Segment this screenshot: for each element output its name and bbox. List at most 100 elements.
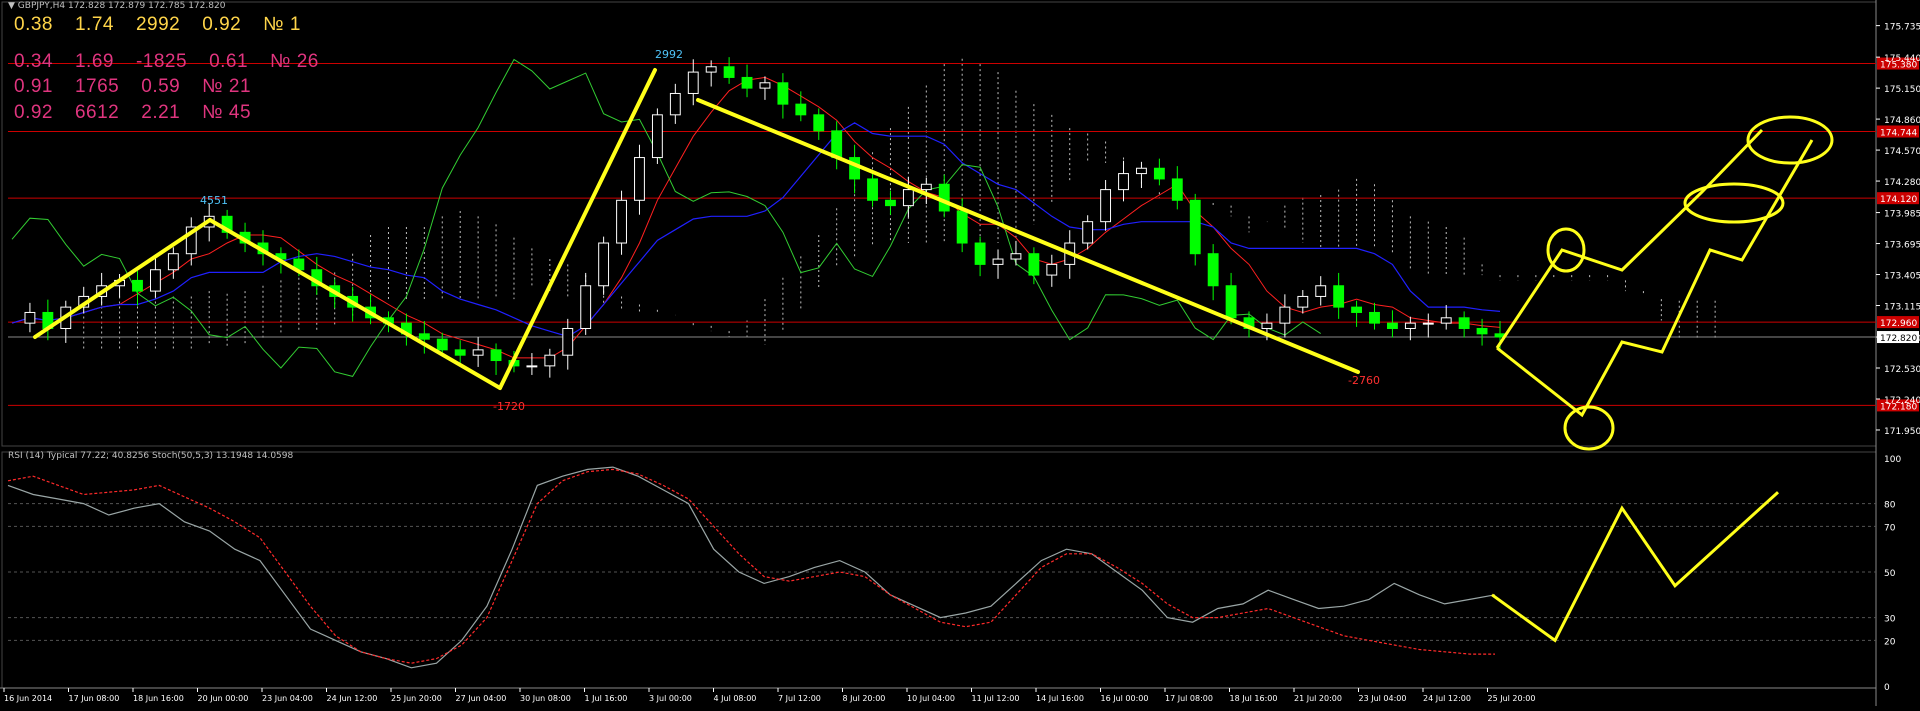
level-tag-label: 174.120 (1880, 195, 1917, 205)
candle (472, 337, 484, 367)
info-value: № 1 (263, 14, 301, 35)
candle (741, 64, 753, 98)
candle-body (544, 354, 556, 367)
time-tick-label: 14 Jul 16:00 (1036, 694, 1084, 703)
trend-line (696, 98, 1360, 374)
candle (974, 236, 986, 277)
candle-body (1118, 173, 1129, 191)
price-tick-label: 175.150 (1884, 85, 1920, 95)
candle (992, 249, 1004, 279)
candle (687, 59, 699, 106)
candle (544, 348, 556, 378)
candle (1440, 304, 1452, 330)
candle (1118, 160, 1129, 202)
dropdown-icon[interactable]: ▼ (8, 1, 15, 11)
candle-body (1153, 167, 1165, 180)
candle (1171, 166, 1183, 210)
candle (705, 60, 717, 87)
candle (1458, 311, 1470, 338)
candle-body (1369, 311, 1380, 324)
info-value: 1.74 (74, 14, 114, 35)
rsi-level-label: 70 (1884, 523, 1896, 533)
price-tick-label: 175.735 (1884, 23, 1920, 33)
info-line: 0.91 1765 0.59 № 21 (14, 76, 273, 98)
time-tick-label: 24 Jul 12:00 (1423, 694, 1471, 703)
rsi-line (7, 466, 1496, 669)
rsi-border (1, 451, 1877, 689)
time-tick-label: 10 Jul 04:00 (907, 694, 955, 703)
candle (1297, 290, 1309, 314)
info-value: 0.34 (14, 51, 53, 72)
candle (1046, 254, 1058, 287)
rsi-header: RSI (14) Typical 77.22; 40.8256 Stoch(50… (8, 451, 294, 461)
rsi-level-label: 30 (1884, 615, 1896, 625)
candle (795, 91, 807, 122)
level-tag-label: 174.744 (1880, 128, 1917, 138)
candle-body (1100, 189, 1112, 223)
stoch-line (7, 468, 1495, 664)
symbol-header: ▼ GBPJPY,H4 172.828 172.879 172.785 172.… (8, 1, 225, 11)
info-value: 0.92 (202, 14, 242, 35)
info-value: 0.92 (14, 102, 53, 123)
time-tick-label: 27 Jun 04:00 (456, 694, 507, 703)
info-value: № 45 (202, 102, 252, 123)
candle-body (920, 183, 932, 191)
target-ellipse (1683, 182, 1785, 224)
time-tick-label: 1 Jul 16:00 (585, 694, 628, 703)
candle-body (956, 210, 968, 244)
candle-body (723, 66, 735, 78)
candle-body (1189, 199, 1201, 255)
price-tick-label: 173.695 (1884, 241, 1920, 251)
target-ellipse (1746, 115, 1834, 165)
rsi-level-label: 20 (1884, 637, 1896, 647)
candle (1369, 302, 1380, 330)
candle (490, 343, 502, 375)
candle-body (598, 242, 610, 287)
price-tick-label: 171.950 (1884, 427, 1920, 437)
candle (149, 256, 161, 298)
time-tick-label: 20 Jun 00:00 (198, 694, 249, 703)
candle-body (1333, 285, 1345, 308)
candle-body (1422, 322, 1434, 325)
candle (24, 302, 36, 333)
level-tag: 174.120 (1877, 192, 1919, 205)
candle-body (1010, 253, 1022, 260)
candle-body (992, 258, 1004, 265)
time-tick-label: 7 Jul 12:00 (778, 694, 821, 703)
zigzag-label: -2760 (1348, 374, 1380, 387)
candle (598, 236, 610, 295)
candle-body (1351, 306, 1363, 313)
time-tick-label: 30 Jun 08:00 (520, 694, 571, 703)
candle-body (634, 157, 645, 201)
candle-body (1315, 285, 1327, 297)
current-price-label: 172.820 (1880, 334, 1917, 344)
candle-body (938, 183, 950, 212)
candle-body (705, 66, 717, 73)
candle (418, 321, 430, 354)
candle (651, 108, 663, 164)
candle-body (24, 311, 36, 324)
forecast-path-upper (1495, 128, 1764, 349)
candle (831, 121, 843, 170)
info-value: 6612 (74, 102, 120, 123)
info-value: 2992 (135, 14, 181, 35)
time-tick-label: 16 Jun 2014 (4, 694, 52, 703)
ichimoku-cloud (83, 58, 1716, 350)
candle (759, 76, 771, 100)
candle (1279, 294, 1291, 338)
info-value: № 21 (202, 76, 252, 97)
time-axis: 16 Jun 2014 17 Jun 08:00 18 Jun 16:00 20 Ju… (0, 687, 1876, 703)
info-value: 0.61 (209, 51, 249, 72)
price-tick-label: 174.570 (1884, 147, 1920, 157)
rsi-forecast-path (1491, 491, 1780, 643)
time-tick-label: 3 Jul 00:00 (649, 694, 692, 703)
candle-body (132, 279, 143, 292)
candle (562, 318, 574, 370)
candle (1422, 313, 1434, 338)
candle-body (1046, 263, 1058, 276)
rsi-level-label: 100 (1884, 455, 1901, 465)
rsi-panel (7, 466, 1876, 669)
candle-body (1297, 295, 1309, 308)
candle-body (454, 349, 466, 356)
level-tag-label: 172.960 (1880, 319, 1917, 329)
